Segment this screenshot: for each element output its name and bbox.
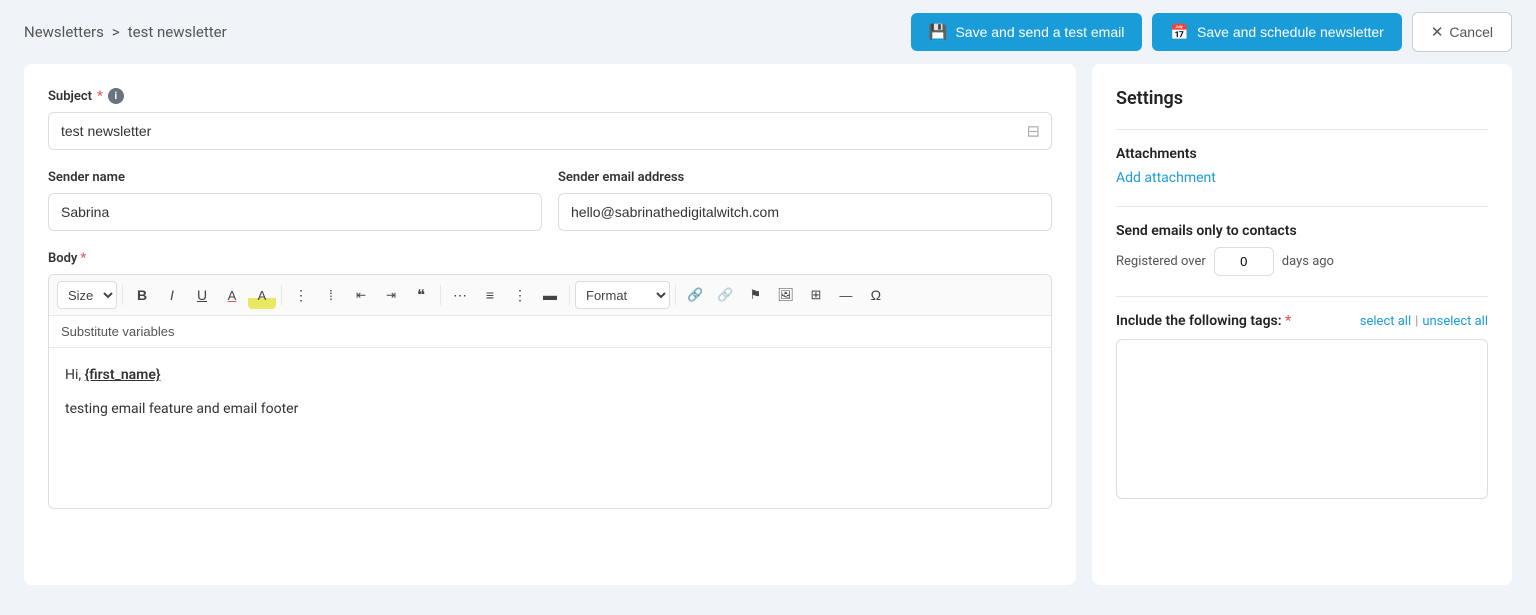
indent-increase-button[interactable]: ⇥ [377, 281, 405, 309]
image-button[interactable]: 🖼 [771, 281, 800, 309]
send-emails-label: Send emails only to contacts [1116, 223, 1488, 239]
bg-color-button[interactable]: A [248, 281, 276, 309]
days-input[interactable] [1214, 247, 1274, 276]
settings-divider-3 [1116, 296, 1488, 297]
subject-input-wrapper: ⊟ [48, 112, 1052, 150]
indent-decrease-button[interactable]: ⇤ [347, 281, 375, 309]
omega-button[interactable]: Ω [862, 281, 890, 309]
toolbar-divider-1 [122, 285, 123, 305]
days-ago-label: days ago [1282, 254, 1334, 269]
topbar: Newsletters > test newsletter 💾 Save and… [0, 0, 1536, 64]
body-line2: testing email feature and email footer [65, 398, 1035, 420]
topbar-actions: 💾 Save and send a test email 📅 Save and … [911, 12, 1512, 52]
sender-email-wrapper [558, 193, 1052, 231]
tags-label: Include the following tags: * [1116, 313, 1291, 329]
toolbar-divider-4 [569, 285, 570, 305]
sender-email-input[interactable] [558, 193, 1052, 231]
cancel-label: Cancel [1449, 24, 1493, 40]
tags-actions: select all | unselect all [1360, 314, 1488, 329]
unselect-all-link[interactable]: unselect all [1422, 314, 1488, 329]
close-icon: ✕ [1431, 23, 1444, 41]
calendar-icon: 📅 [1170, 23, 1189, 41]
unordered-list-button[interactable]: ⁞ [317, 281, 345, 309]
sender-name-group: Sender name [48, 170, 542, 231]
sender-name-input[interactable] [48, 193, 542, 231]
blockquote-button[interactable]: ❝ [407, 281, 435, 309]
registered-over-label: Registered over [1116, 254, 1206, 269]
bold-button[interactable]: B [128, 281, 156, 309]
subject-input[interactable] [48, 112, 1052, 150]
align-justify-button[interactable]: ▬ [536, 281, 564, 309]
font-color-button[interactable]: A [218, 281, 246, 309]
subject-field-icon: ⊟ [1027, 122, 1040, 141]
sender-name-label: Sender name [48, 170, 542, 185]
editor-body[interactable]: Hi, {first_name} testing email feature a… [49, 348, 1051, 508]
send-emails-section: Send emails only to contacts Registered … [1116, 223, 1488, 276]
breadcrumb-current: test newsletter [128, 23, 227, 41]
align-center-button[interactable]: ≡ [476, 281, 504, 309]
tags-header: Include the following tags: * select all… [1116, 313, 1488, 329]
save-test-email-button[interactable]: 💾 Save and send a test email [911, 13, 1143, 51]
select-all-link[interactable]: select all [1360, 314, 1411, 329]
settings-title: Settings [1116, 88, 1488, 109]
subject-info-icon[interactable]: i [108, 88, 124, 104]
tags-pipe: | [1415, 314, 1418, 329]
table-button[interactable]: ⊞ [802, 281, 830, 309]
substitute-variables-button[interactable]: Substitute variables [61, 322, 174, 341]
tags-section: Include the following tags: * select all… [1116, 313, 1488, 499]
breadcrumb-parent[interactable]: Newsletters [24, 23, 104, 41]
subject-required: * [97, 89, 103, 104]
ordered-list-button[interactable]: ⋮ [287, 281, 315, 309]
hr-button[interactable]: — [832, 281, 860, 309]
body-required: * [80, 251, 86, 266]
format-select[interactable]: Format Paragraph Heading 1 Heading 2 [575, 281, 670, 309]
tags-box[interactable] [1116, 339, 1488, 499]
sender-row: Sender name Sender email address [48, 170, 1052, 231]
right-panel: Settings Attachments Add attachment Send… [1092, 64, 1512, 585]
unlink-button[interactable]: 🔗 [711, 281, 739, 309]
toolbar-divider-5 [675, 285, 676, 305]
save-schedule-label: Save and schedule newsletter [1197, 24, 1384, 40]
left-panel: Subject * i ⊟ Sender name Sender email a… [24, 64, 1076, 585]
tags-required: * [1285, 313, 1291, 329]
save-test-email-label: Save and send a test email [955, 24, 1124, 40]
breadcrumb: Newsletters > test newsletter [24, 23, 227, 41]
subject-label: Subject * i [48, 88, 1052, 104]
align-left-button[interactable]: ⋯ [446, 281, 474, 309]
body-line1: Hi, {first_name} [65, 364, 1035, 386]
body-label: Body * [48, 251, 1052, 266]
main-layout: Subject * i ⊟ Sender name Sender email a… [0, 64, 1536, 609]
save-icon: 💾 [929, 23, 948, 41]
first-name-variable: {first_name} [85, 367, 161, 383]
editor-toolbar: Size 8 10 12 14 16 18 24 B I U [49, 275, 1051, 316]
editor-container: Size 8 10 12 14 16 18 24 B I U [48, 274, 1052, 509]
add-attachment-link[interactable]: Add attachment [1116, 170, 1216, 186]
flag-button[interactable]: ⚑ [741, 281, 769, 309]
send-emails-row: Registered over days ago [1116, 247, 1488, 276]
subject-field-group: Subject * i ⊟ [48, 88, 1052, 150]
settings-divider-2 [1116, 206, 1488, 207]
body-field-group: Body * Size 8 10 12 14 16 18 24 [48, 251, 1052, 509]
cancel-button[interactable]: ✕ Cancel [1412, 12, 1512, 52]
sender-email-label: Sender email address [558, 170, 1052, 185]
attachments-label: Attachments [1116, 146, 1488, 162]
breadcrumb-separator: > [112, 23, 120, 41]
toolbar-divider-2 [281, 285, 282, 305]
sender-email-group: Sender email address [558, 170, 1052, 231]
substitute-variables-bar: Substitute variables [49, 316, 1051, 348]
size-select[interactable]: Size 8 10 12 14 16 18 24 [57, 281, 117, 309]
attachments-section: Attachments Add attachment [1116, 146, 1488, 186]
save-schedule-button[interactable]: 📅 Save and schedule newsletter [1152, 13, 1401, 51]
italic-button[interactable]: I [158, 281, 186, 309]
align-right-button[interactable]: ⋮ [506, 281, 534, 309]
underline-button[interactable]: U [188, 281, 216, 309]
link-button[interactable]: 🔗 [681, 281, 709, 309]
sender-name-wrapper [48, 193, 542, 231]
toolbar-divider-3 [440, 285, 441, 305]
settings-divider-1 [1116, 129, 1488, 130]
